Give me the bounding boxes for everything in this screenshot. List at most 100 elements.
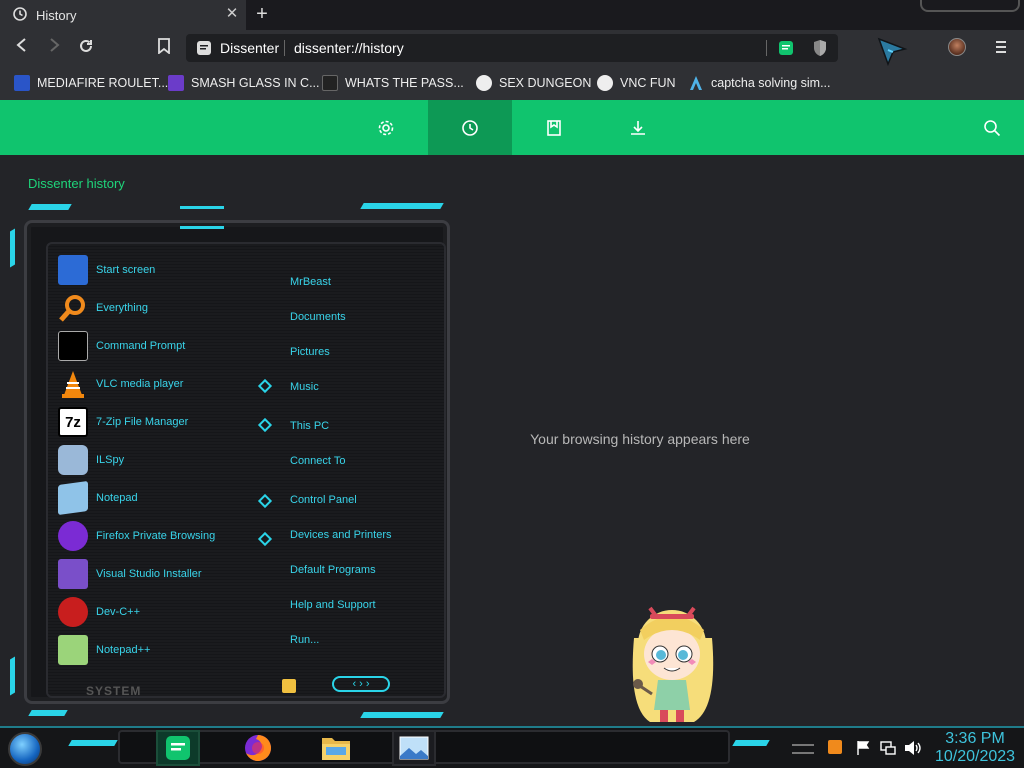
taskbar-app-firefox[interactable] [236, 730, 280, 766]
place-devices-printers[interactable]: Devices and Printers [290, 529, 392, 541]
window-decoration [920, 0, 1020, 12]
vs-installer-icon [58, 559, 88, 589]
github-icon [597, 75, 613, 91]
place-connect-to[interactable]: Connect To [290, 455, 345, 467]
arch-icon [688, 75, 704, 91]
url-divider-right [766, 40, 767, 56]
program-vs-installer[interactable]: Visual Studio Installer [58, 556, 202, 592]
downloads-button[interactable] [596, 100, 680, 155]
start-screen-icon [58, 255, 88, 285]
program-firefox-private[interactable]: Firefox Private Browsing [58, 518, 215, 554]
bookmarks-button[interactable] [512, 100, 596, 155]
bookmark-item[interactable]: SEX DUNGEON [476, 73, 591, 93]
cursor-extension-icon[interactable] [876, 36, 908, 66]
vlc-icon [58, 369, 88, 399]
program-7zip[interactable]: 7z 7-Zip File Manager [58, 404, 188, 440]
site-icon [322, 75, 338, 91]
program-devcpp[interactable]: Dev-C++ [58, 594, 140, 630]
github-icon [476, 75, 492, 91]
shield-icon[interactable] [812, 39, 828, 57]
clock-date: 10/20/2023 [934, 748, 1016, 765]
tab-history[interactable]: History ✕ [0, 0, 246, 30]
place-default-programs[interactable]: Default Programs [290, 564, 376, 576]
desktop-mascot [632, 606, 714, 722]
volume-icon[interactable] [904, 740, 922, 756]
url-text[interactable]: dissenter://history [294, 40, 404, 56]
bookmark-icon[interactable] [154, 38, 174, 58]
ilspy-icon [58, 445, 88, 475]
7zip-icon: 7z [58, 407, 88, 437]
dissenter-comment-icon[interactable] [778, 40, 794, 56]
search-button[interactable] [952, 100, 1024, 155]
browser-toolbar: Dissenter dissenter://history [0, 30, 1024, 66]
tab-strip: History ✕ + [0, 0, 1024, 30]
taskbar-app-notes[interactable] [156, 730, 200, 766]
notepad-icon [58, 480, 88, 516]
place-control-panel[interactable]: Control Panel [290, 494, 357, 506]
history-icon [13, 7, 27, 21]
tray-app-icon[interactable] [828, 740, 842, 754]
bookmark-icon [547, 119, 561, 136]
show-hidden-icons[interactable] [792, 744, 814, 754]
close-icon[interactable]: ✕ [224, 6, 240, 22]
bookmark-item[interactable]: MEDIAFIRE ROULET... [14, 73, 168, 93]
program-command-prompt[interactable]: Command Prompt [58, 328, 185, 364]
menu-icon[interactable] [996, 38, 1008, 56]
frame-accent [360, 203, 444, 209]
image-viewer-icon [399, 736, 429, 760]
place-run[interactable]: Run... [290, 634, 319, 646]
bookmarks-bar: MEDIAFIRE ROULET... SMASH GLASS IN C... … [0, 66, 1024, 100]
history-icon [462, 119, 478, 136]
arrows-icon[interactable]: ‹ › › [332, 676, 390, 692]
back-icon[interactable] [12, 38, 32, 58]
program-notepadpp[interactable]: Notepad++ [58, 632, 150, 668]
avatar[interactable] [948, 38, 966, 56]
bookmark-item[interactable]: captcha solving sim... [688, 73, 831, 93]
system-clock[interactable]: 3:36 PM 10/20/2023 [930, 730, 1020, 766]
tab-title: History [36, 8, 77, 23]
place-help-support[interactable]: Help and Support [290, 599, 376, 611]
file-explorer-icon [322, 738, 350, 760]
settings-button[interactable] [344, 100, 428, 155]
notepadpp-icon [58, 635, 88, 665]
frame-accent [360, 712, 444, 718]
start-menu: Start screen Everything Command Prompt V… [10, 200, 460, 722]
network-icon[interactable] [880, 740, 896, 756]
taskbar-app-explorer[interactable] [314, 730, 358, 766]
history-button[interactable] [428, 100, 512, 155]
place-mrbeast[interactable]: MrBeast [290, 276, 331, 288]
site-name: Dissenter [220, 40, 280, 56]
plus-icon[interactable]: + [252, 4, 272, 26]
place-pictures[interactable]: Pictures [290, 346, 330, 358]
address-bar[interactable]: Dissenter dissenter://history [186, 34, 838, 62]
settings-icon [378, 120, 394, 135]
program-start-screen[interactable]: Start screen [58, 252, 155, 288]
devcpp-icon [58, 597, 88, 627]
bookmark-item[interactable]: SMASH GLASS IN C... [168, 73, 320, 93]
start-orb-icon[interactable] [8, 732, 42, 766]
program-notepad[interactable]: Notepad [58, 480, 138, 516]
page-icon [197, 41, 211, 55]
firefox-private-icon [58, 521, 88, 551]
firefox-icon [245, 735, 271, 761]
program-vlc[interactable]: VLC media player [58, 366, 183, 402]
flag-icon[interactable] [856, 740, 872, 756]
program-ilspy[interactable]: ILSpy [58, 442, 124, 478]
place-this-pc[interactable]: This PC [290, 420, 329, 432]
visualstudio-icon [168, 75, 184, 91]
notification-icon[interactable] [282, 679, 296, 693]
forward-icon[interactable] [44, 38, 64, 58]
frame-accent [28, 204, 72, 210]
taskbar: 3:36 PM 10/20/2023 [0, 726, 1024, 768]
frame-accent [180, 226, 224, 229]
frame-accent [10, 656, 15, 696]
place-music[interactable]: Music [290, 381, 319, 393]
taskbar-app-image-viewer[interactable] [392, 730, 436, 766]
reload-icon[interactable] [76, 38, 96, 58]
place-documents[interactable]: Documents [290, 311, 346, 323]
bookmark-item[interactable]: WHATS THE PASS... [322, 73, 464, 93]
system-label: SYSTEM [86, 684, 142, 698]
program-everything[interactable]: Everything [58, 290, 148, 326]
bookmark-item[interactable]: VNC FUN [597, 73, 676, 93]
magnifier-icon [58, 293, 88, 323]
